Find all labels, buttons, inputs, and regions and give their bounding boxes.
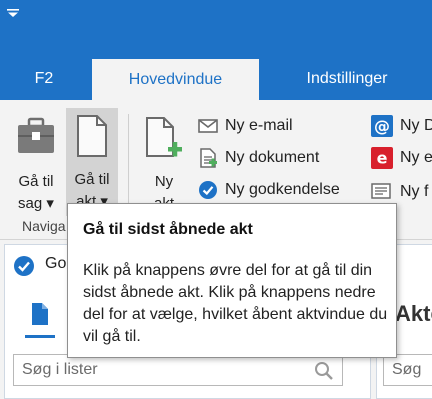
text-document-icon <box>200 148 217 168</box>
search-right-placeholder: Søg <box>392 361 422 378</box>
ny-akt-label-1: Ny <box>154 173 174 190</box>
search-lists-input[interactable]: Søg i lister <box>13 354 343 386</box>
group-label-navigate: Naviga <box>22 218 66 234</box>
ny-akt-button[interactable]: Ny akt <box>138 110 190 212</box>
ga-til-sag-label-2: sag ▾ <box>18 195 54 212</box>
search-right-input[interactable]: Søg <box>383 354 432 386</box>
approval-check-icon <box>199 181 217 199</box>
document-tab-icon[interactable] <box>31 303 49 325</box>
tab-indstillinger[interactable]: Indstillinger <box>282 58 412 100</box>
ny-e-button[interactable]: e Ny e <box>371 145 432 171</box>
quick-access-dropdown-icon[interactable] <box>6 8 20 18</box>
ny-d-label: Ny D <box>400 117 432 134</box>
tab-hovedvindue[interactable]: Hovedvindue <box>92 59 259 100</box>
panel-tab-label[interactable]: Go <box>45 255 66 273</box>
ny-email-label: Ny e-mail <box>225 117 293 134</box>
ny-f-label: Ny f <box>400 183 429 200</box>
ny-dokument-label: Ny dokument <box>225 149 320 166</box>
ny-godkendelse-button[interactable]: Ny godkendelse <box>198 177 340 203</box>
ga-til-akt-label-1: Gå til <box>74 171 110 188</box>
ribbon-tab-bar: F2 Hovedvindue Indstillinger <box>0 58 432 100</box>
title-bar <box>0 0 432 58</box>
tooltip: Gå til sidst åbnede akt Klik på knappens… <box>67 203 397 358</box>
e-mail-red-icon: e <box>371 147 393 169</box>
tooltip-body: Klik på knappens øvre del for at gå til … <box>83 262 388 345</box>
ny-godkendelse-label: Ny godkendelse <box>225 181 340 198</box>
briefcase-icon <box>18 117 54 153</box>
new-document-icon <box>146 117 182 157</box>
ga-til-sag-button[interactable]: Gå til sag ▾ <box>10 110 62 214</box>
akter-heading: Akte <box>395 301 432 326</box>
tab-f2[interactable]: F2 <box>18 58 70 100</box>
ny-e-label: Ny e <box>400 149 432 166</box>
ga-til-akt-button[interactable]: Gå til akt ▾ <box>66 108 118 216</box>
tooltip-title: Gå til sidst åbnede akt <box>83 221 253 238</box>
svg-text:@: @ <box>374 117 390 136</box>
ny-email-button[interactable]: Ny e-mail <box>198 113 293 139</box>
search-icon[interactable] <box>314 361 334 381</box>
at-sign-icon: @ <box>371 115 393 137</box>
document-icon <box>77 115 107 157</box>
ga-til-sag-label-1: Gå til <box>18 173 54 190</box>
form-icon <box>371 183 391 199</box>
ny-f-button[interactable]: Ny f <box>371 179 428 205</box>
check-circle-icon <box>14 256 34 276</box>
email-icon <box>198 119 218 133</box>
ny-d-button[interactable]: @ Ny D <box>371 113 432 139</box>
active-tab-underline <box>25 335 55 338</box>
search-placeholder: Søg i lister <box>22 361 98 378</box>
ny-dokument-button[interactable]: Ny dokument <box>198 145 319 171</box>
svg-text:e: e <box>377 149 388 168</box>
